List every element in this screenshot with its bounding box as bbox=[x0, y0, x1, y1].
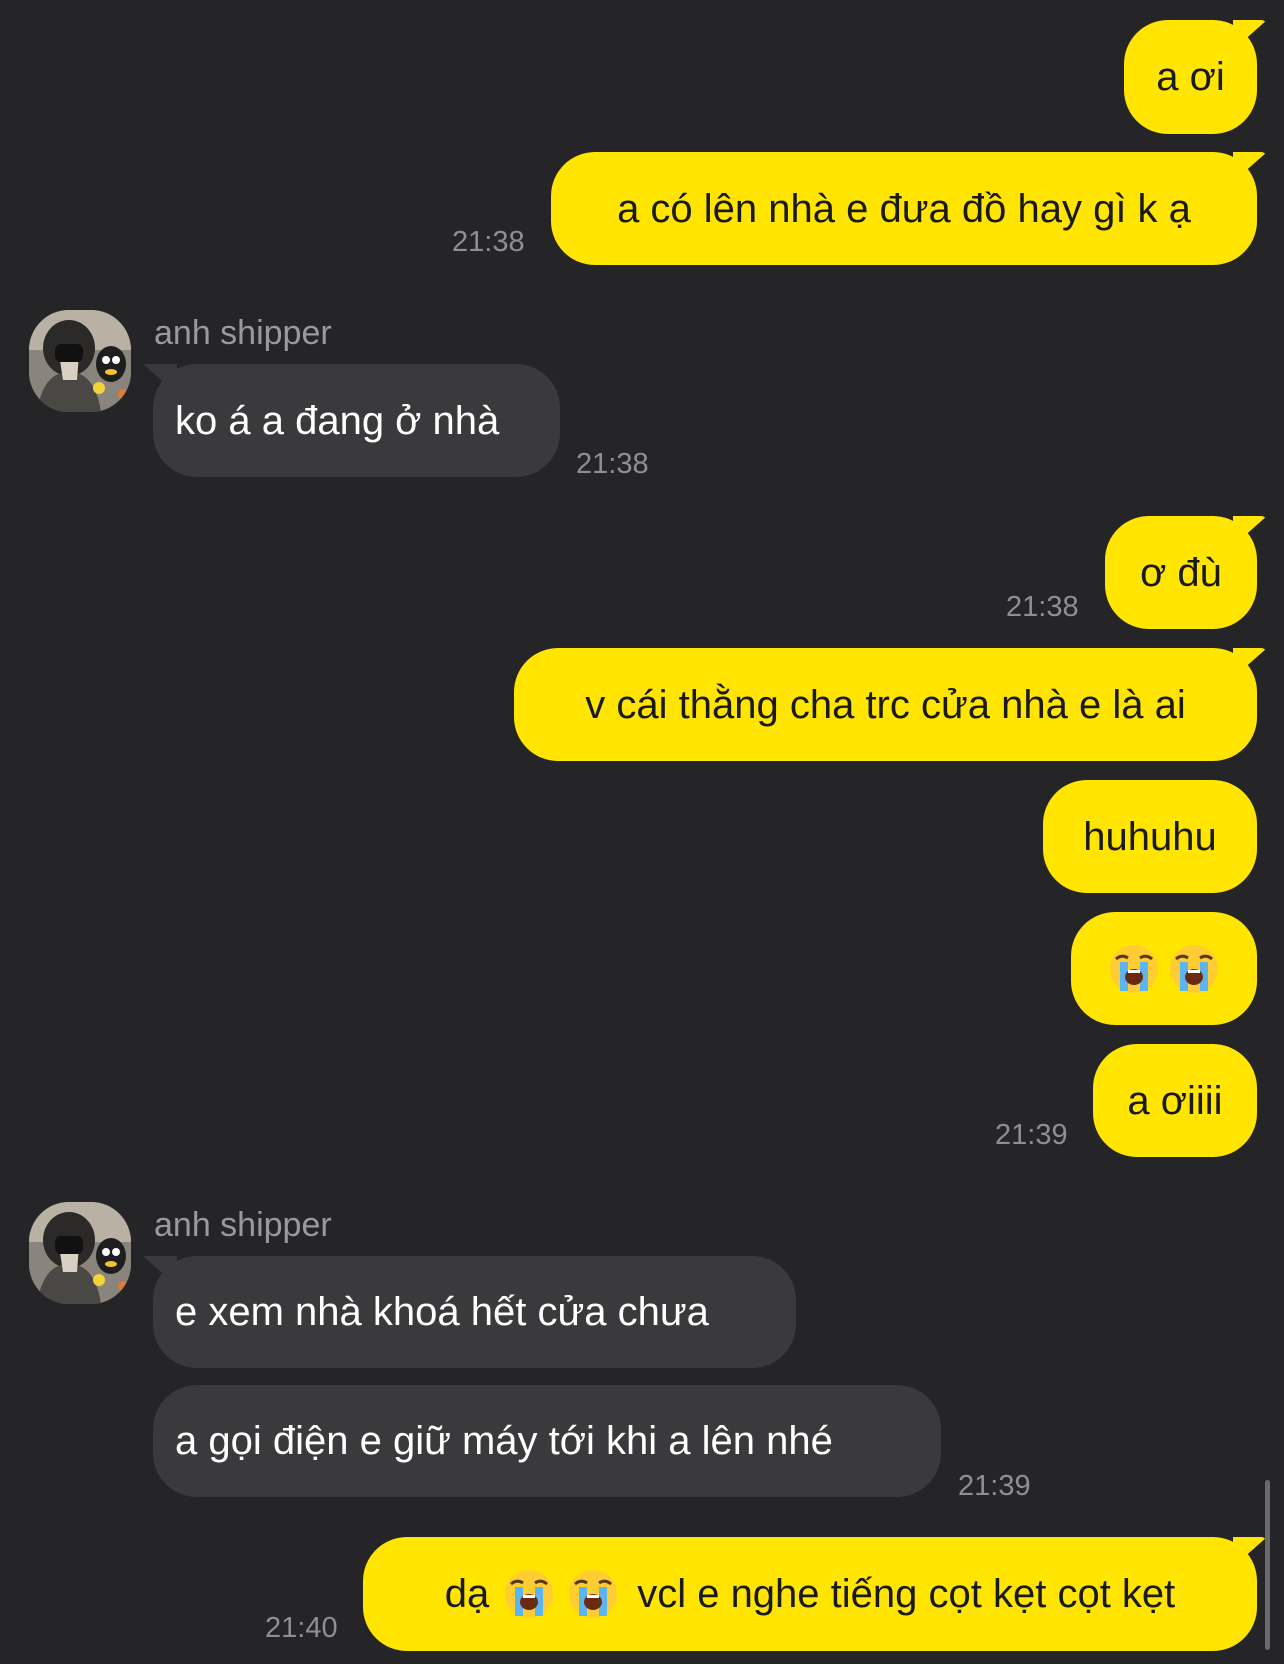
sent-message-bubble[interactable]: a ơi bbox=[1124, 20, 1257, 134]
message-text: a ơiiii bbox=[1127, 1078, 1223, 1123]
message-text: ơ đù bbox=[1140, 550, 1222, 595]
scrollbar[interactable] bbox=[1265, 1480, 1270, 1650]
message-text: ko á a đang ở nhà bbox=[175, 398, 500, 443]
message-timestamp: 21:39 bbox=[995, 1119, 1068, 1151]
loudly-crying-face-icon bbox=[505, 1570, 618, 1618]
message-text: e xem nhà khoá hết cửa chưa bbox=[175, 1290, 709, 1334]
sent-emoji-bubble[interactable] bbox=[1071, 912, 1257, 1025]
message-text: a có lên nhà e đưa đồ hay gì k ạ bbox=[617, 186, 1191, 231]
sent-message-bubble[interactable]: huhuhu bbox=[1043, 780, 1257, 893]
message-timestamp: 21:40 bbox=[265, 1612, 338, 1644]
received-message-bubble[interactable]: e xem nhà khoá hết cửa chưa bbox=[153, 1256, 796, 1368]
contact-avatar[interactable] bbox=[29, 310, 131, 412]
message-timestamp: 21:38 bbox=[452, 226, 525, 258]
received-message-bubble[interactable]: ko á a đang ở nhà bbox=[153, 364, 560, 477]
avatar-photo bbox=[29, 310, 131, 412]
message-timestamp: 21:38 bbox=[1006, 591, 1079, 623]
loudly-crying-face-icon bbox=[1110, 944, 1218, 993]
sent-message-bubble[interactable]: v cái thằng cha trc cửa nhà e là ai bbox=[514, 648, 1257, 761]
message-text: v cái thằng cha trc cửa nhà e là ai bbox=[585, 682, 1186, 727]
message-text: a gọi điện e giữ máy tới khi a lên nhé bbox=[175, 1419, 833, 1463]
message-timestamp: 21:38 bbox=[576, 448, 649, 480]
message-text: huhuhu bbox=[1083, 814, 1217, 859]
sender-name: anh shipper bbox=[154, 314, 332, 352]
sent-message-bubble[interactable]: a ơiiii bbox=[1093, 1044, 1257, 1157]
message-text: dạ bbox=[444, 1572, 490, 1616]
sender-name: anh shipper bbox=[154, 1206, 332, 1244]
message-timestamp: 21:39 bbox=[958, 1470, 1031, 1502]
message-text: vcl e nghe tiếng cọt kẹt cọt kẹt bbox=[637, 1572, 1176, 1616]
contact-avatar[interactable] bbox=[29, 1202, 131, 1304]
received-message-bubble[interactable]: a gọi điện e giữ máy tới khi a lên nhé bbox=[153, 1385, 941, 1497]
sent-message-bubble[interactable]: a có lên nhà e đưa đồ hay gì k ạ bbox=[551, 152, 1257, 265]
avatar-photo bbox=[29, 1202, 131, 1304]
message-text: a ơi bbox=[1156, 55, 1225, 99]
sent-message-bubble[interactable]: dạ vcl e nghe tiếng cọt kẹt cọt kẹt bbox=[363, 1537, 1257, 1651]
sent-message-bubble[interactable]: ơ đù bbox=[1105, 516, 1257, 629]
chat-thread[interactable]: a ơi 21:38 a có lên nhà e đưa đồ hay gì … bbox=[0, 0, 1284, 1664]
